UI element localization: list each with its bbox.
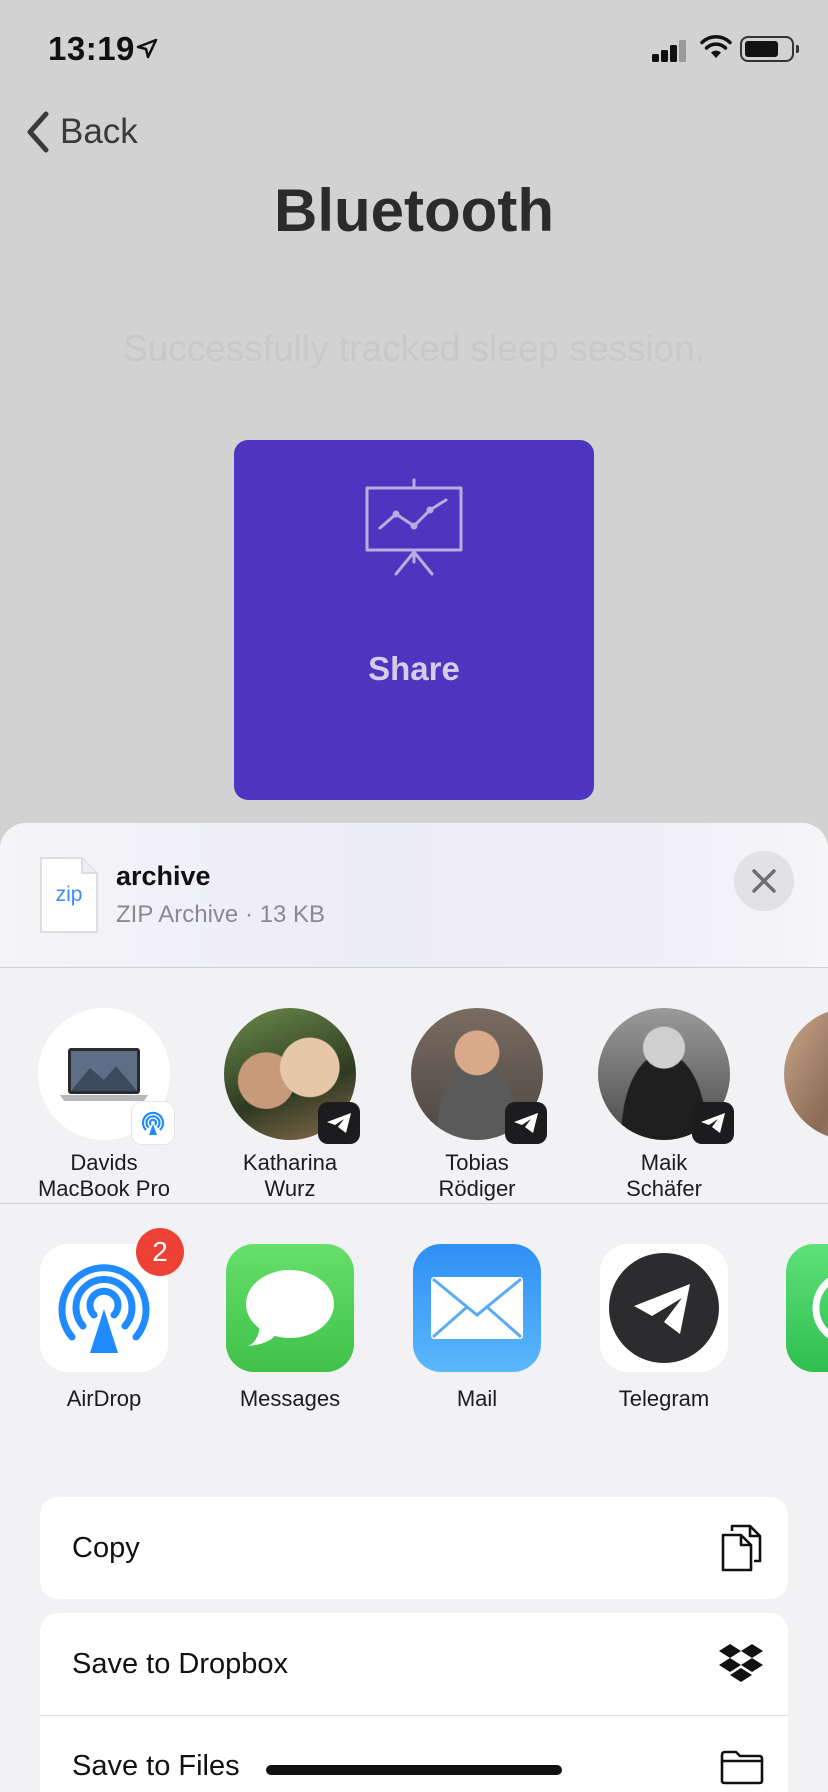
share-card-button[interactable]: Share: [234, 440, 594, 800]
share-sheet-header: zip archive ZIP Archive · 13 KB: [0, 823, 828, 968]
page-title: Bluetooth: [274, 177, 554, 244]
app-icon: [226, 1244, 354, 1372]
person-tobias-roediger[interactable]: Tobias Rödiger: [383, 1008, 571, 1202]
envelope-icon: [431, 1277, 523, 1339]
app-messages[interactable]: Messages: [196, 1244, 384, 1412]
battery-icon: [740, 36, 799, 62]
avatar: [784, 1008, 828, 1140]
telegram-icon: [514, 1113, 538, 1133]
person-maik-schaefer[interactable]: Maik Schäfer: [570, 1008, 758, 1202]
telegram-icon: [609, 1253, 719, 1363]
person-name: Katharina Wurz: [242, 1150, 338, 1201]
person-davids-macbook-pro[interactable]: Davids MacBook Pro: [10, 1008, 198, 1202]
share-sheet: zip archive ZIP Archive · 13 KB Davids M…: [0, 823, 828, 1792]
person-katharina-wurz[interactable]: Katharina Wurz: [196, 1008, 384, 1202]
app-icon: [600, 1244, 728, 1372]
folder-icon: [720, 1750, 764, 1784]
app-label: Messages: [239, 1386, 341, 1411]
file-meta: ZIP Archive · 13 KB: [116, 901, 325, 928]
avatar: [411, 1008, 547, 1144]
action-label: Save to Files: [72, 1750, 240, 1782]
status-time: 13:19: [48, 30, 135, 67]
cellular-signal-icon: [652, 38, 688, 62]
close-button[interactable]: [734, 851, 794, 911]
copy-action[interactable]: Copy: [40, 1497, 788, 1599]
telegram-badge: [692, 1102, 734, 1144]
app-mail[interactable]: Mail: [383, 1244, 571, 1412]
person-name: Davids MacBook Pro: [37, 1150, 171, 1201]
speech-bubble-icon: [246, 1270, 334, 1346]
save-to-dropbox-action[interactable]: Save to Dropbox: [40, 1613, 788, 1715]
presentation-chart-icon: [365, 478, 463, 576]
status-message: Successfully tracked sleep session.: [123, 328, 705, 369]
person-partial[interactable]: An Slob: [756, 1008, 828, 1202]
notification-badge: 2: [136, 1228, 184, 1276]
airdrop-badge: [132, 1102, 174, 1144]
share-card-label: Share: [368, 650, 460, 687]
save-to-files-action[interactable]: Save to Files: [40, 1715, 788, 1792]
file-name: archive: [116, 861, 211, 891]
app-label: Telegram: [618, 1386, 710, 1411]
dropbox-icon: [719, 1644, 763, 1682]
airdrop-icon: [141, 1111, 165, 1135]
person-name: Tobias Rödiger: [438, 1150, 516, 1201]
app-icon: [413, 1244, 541, 1372]
chevron-left-icon: [27, 111, 49, 153]
app-airdrop[interactable]: 2 AirDrop: [10, 1228, 198, 1412]
app-whatsapp[interactable]: Wh: [756, 1244, 828, 1412]
action-label: Copy: [72, 1531, 140, 1564]
home-indicator[interactable]: [266, 1765, 562, 1775]
telegram-icon: [327, 1113, 351, 1133]
back-label: Back: [60, 112, 138, 151]
share-apps-row: 2 AirDrop Messages Mail Telegram: [0, 1204, 828, 1414]
airdrop-icon: [58, 1264, 150, 1353]
wifi-icon: [700, 35, 732, 58]
app-label: AirDrop: [66, 1386, 142, 1411]
action-label: Save to Dropbox: [72, 1647, 289, 1680]
telegram-icon: [701, 1113, 725, 1133]
back-button[interactable]: Back: [24, 108, 138, 156]
telegram-badge: [505, 1102, 547, 1144]
app-icon: [786, 1244, 828, 1372]
app-label: Mail: [456, 1386, 498, 1411]
app-label: Wh: [756, 1386, 828, 1412]
close-icon: [752, 869, 776, 893]
avatar: [224, 1008, 360, 1144]
app-icon: 2: [40, 1228, 184, 1372]
avatar: [598, 1008, 734, 1144]
app-telegram[interactable]: Telegram: [570, 1244, 758, 1412]
action-group-copy: Copy: [40, 1497, 788, 1599]
file-ext-label: zip: [55, 883, 83, 906]
copy-icon: [721, 1524, 762, 1572]
share-people-row: Davids MacBook Pro Katharina Wurz Tobias…: [0, 968, 828, 1204]
person-name: Maik Schäfer: [626, 1150, 702, 1201]
telegram-badge: [318, 1102, 360, 1144]
status-bar: 13:19: [0, 0, 828, 100]
zip-file-icon: zip: [40, 857, 98, 933]
avatar: [38, 1008, 174, 1144]
whatsapp-icon: [812, 1277, 828, 1339]
person-name: An Slob: [756, 1150, 828, 1202]
location-arrow-icon: [136, 38, 158, 59]
